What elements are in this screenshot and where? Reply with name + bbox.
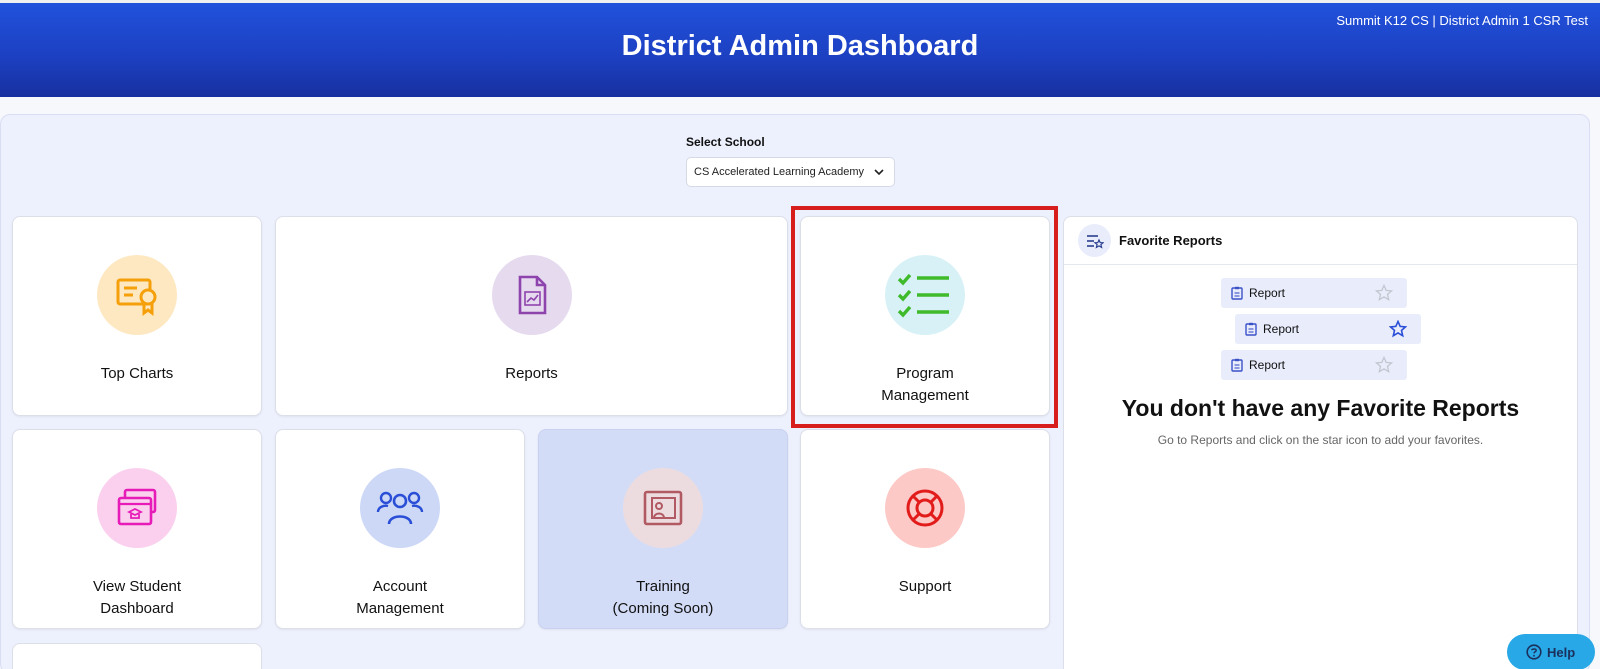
tile-label: Reports — [505, 365, 558, 382]
star-outline-icon — [1389, 320, 1407, 338]
help-button[interactable]: Help — [1507, 634, 1595, 669]
report-chip: Report — [1235, 314, 1421, 344]
users-icon — [360, 468, 440, 548]
school-select[interactable]: CS Accelerated Learning Academy — [686, 157, 895, 187]
selection-highlight — [791, 206, 1058, 428]
tile-label: Account Management — [356, 578, 444, 617]
student-dashboard-icon — [97, 468, 177, 548]
tile-support[interactable]: Support — [800, 429, 1050, 629]
tile-reports[interactable]: Reports — [275, 216, 788, 416]
report-chip-label: Report — [1263, 322, 1300, 336]
report-document-icon — [491, 255, 572, 335]
select-school-label: Select School — [686, 135, 765, 149]
report-chip: Report — [1221, 278, 1407, 308]
tile-label: Support — [898, 578, 952, 595]
question-icon — [1526, 644, 1542, 660]
user-info[interactable]: Summit K12 CS | District Admin 1 CSR Tes… — [1336, 13, 1588, 28]
tile-label: Training (Coming Soon) — [612, 578, 714, 617]
tile-top-charts[interactable]: Top Charts — [12, 216, 262, 416]
empty-state-title: You don't have any Favorite Reports — [1121, 395, 1520, 421]
school-select-value: CS Accelerated Learning Academy — [694, 166, 864, 178]
favorite-reports-title: Favorite Reports — [1119, 233, 1223, 248]
presentation-icon — [623, 468, 703, 548]
certificate-icon — [97, 255, 177, 335]
star-outline-icon — [1375, 284, 1393, 302]
tile-account-management[interactable]: Account Management — [275, 429, 525, 629]
clipboard-icon — [1231, 286, 1243, 300]
clipboard-icon — [1245, 322, 1257, 336]
tile-label: Top Charts — [100, 365, 174, 382]
tile-view-student-dashboard[interactable]: View Student Dashboard — [12, 429, 262, 629]
report-chip: Report — [1221, 350, 1407, 380]
report-chip-label: Report — [1249, 286, 1286, 300]
help-label: Help — [1547, 645, 1576, 660]
tile-partial[interactable] — [12, 643, 262, 669]
favorite-list-icon — [1078, 224, 1111, 257]
star-outline-icon — [1375, 356, 1393, 374]
empty-state-subtitle: Go to Reports and click on the star icon… — [1157, 433, 1484, 447]
tile-training: Training (Coming Soon) — [538, 429, 788, 629]
app-header: District Admin Dashboard Summit K12 CS |… — [0, 0, 1600, 97]
report-chip-label: Report — [1249, 358, 1286, 372]
chevron-down-icon — [874, 169, 884, 176]
page-title: District Admin Dashboard — [621, 30, 979, 62]
lifebuoy-icon — [885, 468, 965, 548]
favorite-reports-panel: Favorite Reports Report Report Report Yo… — [1063, 216, 1578, 669]
favorite-reports-header: Favorite Reports — [1064, 217, 1577, 265]
clipboard-icon — [1231, 358, 1243, 372]
tile-label: View Student Dashboard — [92, 578, 182, 617]
